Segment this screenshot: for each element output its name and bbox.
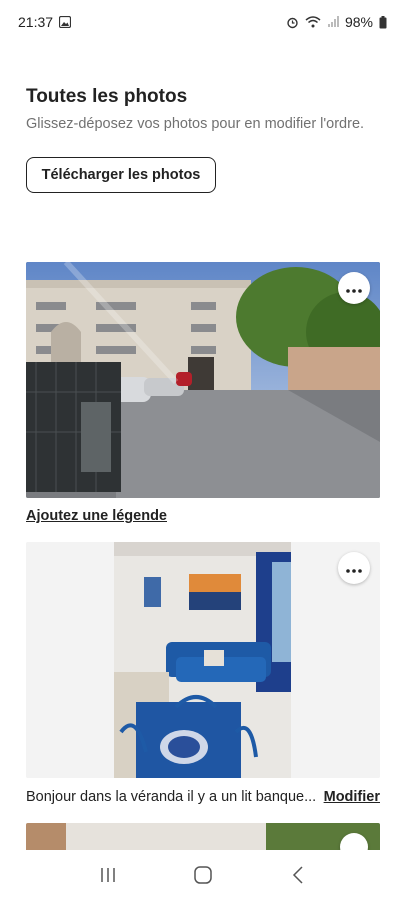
signal-icon (327, 16, 339, 28)
photo-1-more-button[interactable] (338, 272, 370, 304)
status-time: 21:37 (18, 14, 54, 30)
upload-photos-button[interactable]: Télécharger les photos (26, 157, 216, 193)
back-icon[interactable] (278, 855, 318, 895)
battery-icon (379, 15, 387, 29)
recent-apps-icon[interactable] (88, 855, 128, 895)
photo-2-image (26, 542, 380, 778)
photo-2-caption-row: Bonjour dans la véranda il y a un lit ba… (26, 789, 380, 805)
more-icon (346, 561, 362, 576)
photo-2-caption: Bonjour dans la véranda il y a un lit ba… (26, 789, 317, 805)
status-right: 98% (286, 14, 387, 30)
photo-2-more-button[interactable] (338, 552, 370, 584)
edit-caption-link[interactable]: Modifier (324, 789, 380, 805)
alarm-icon (286, 16, 299, 29)
battery-percent: 98% (344, 14, 373, 30)
system-nav-bar (0, 850, 405, 900)
page-subtitle: Glissez-déposez vos photos pour en modif… (26, 116, 365, 132)
gallery-icon (59, 16, 72, 28)
wifi-icon (305, 16, 321, 28)
status-bar: 21:37 98% (0, 0, 405, 44)
photo-1-image (26, 262, 380, 498)
add-caption-link[interactable]: Ajoutez une légende (26, 508, 167, 524)
home-icon[interactable] (183, 855, 223, 895)
page-title: Toutes les photos (26, 86, 188, 107)
photo-card-2[interactable] (26, 542, 380, 778)
photo-card-1[interactable] (26, 262, 380, 498)
status-left: 21:37 (18, 14, 72, 30)
more-icon (346, 281, 362, 296)
